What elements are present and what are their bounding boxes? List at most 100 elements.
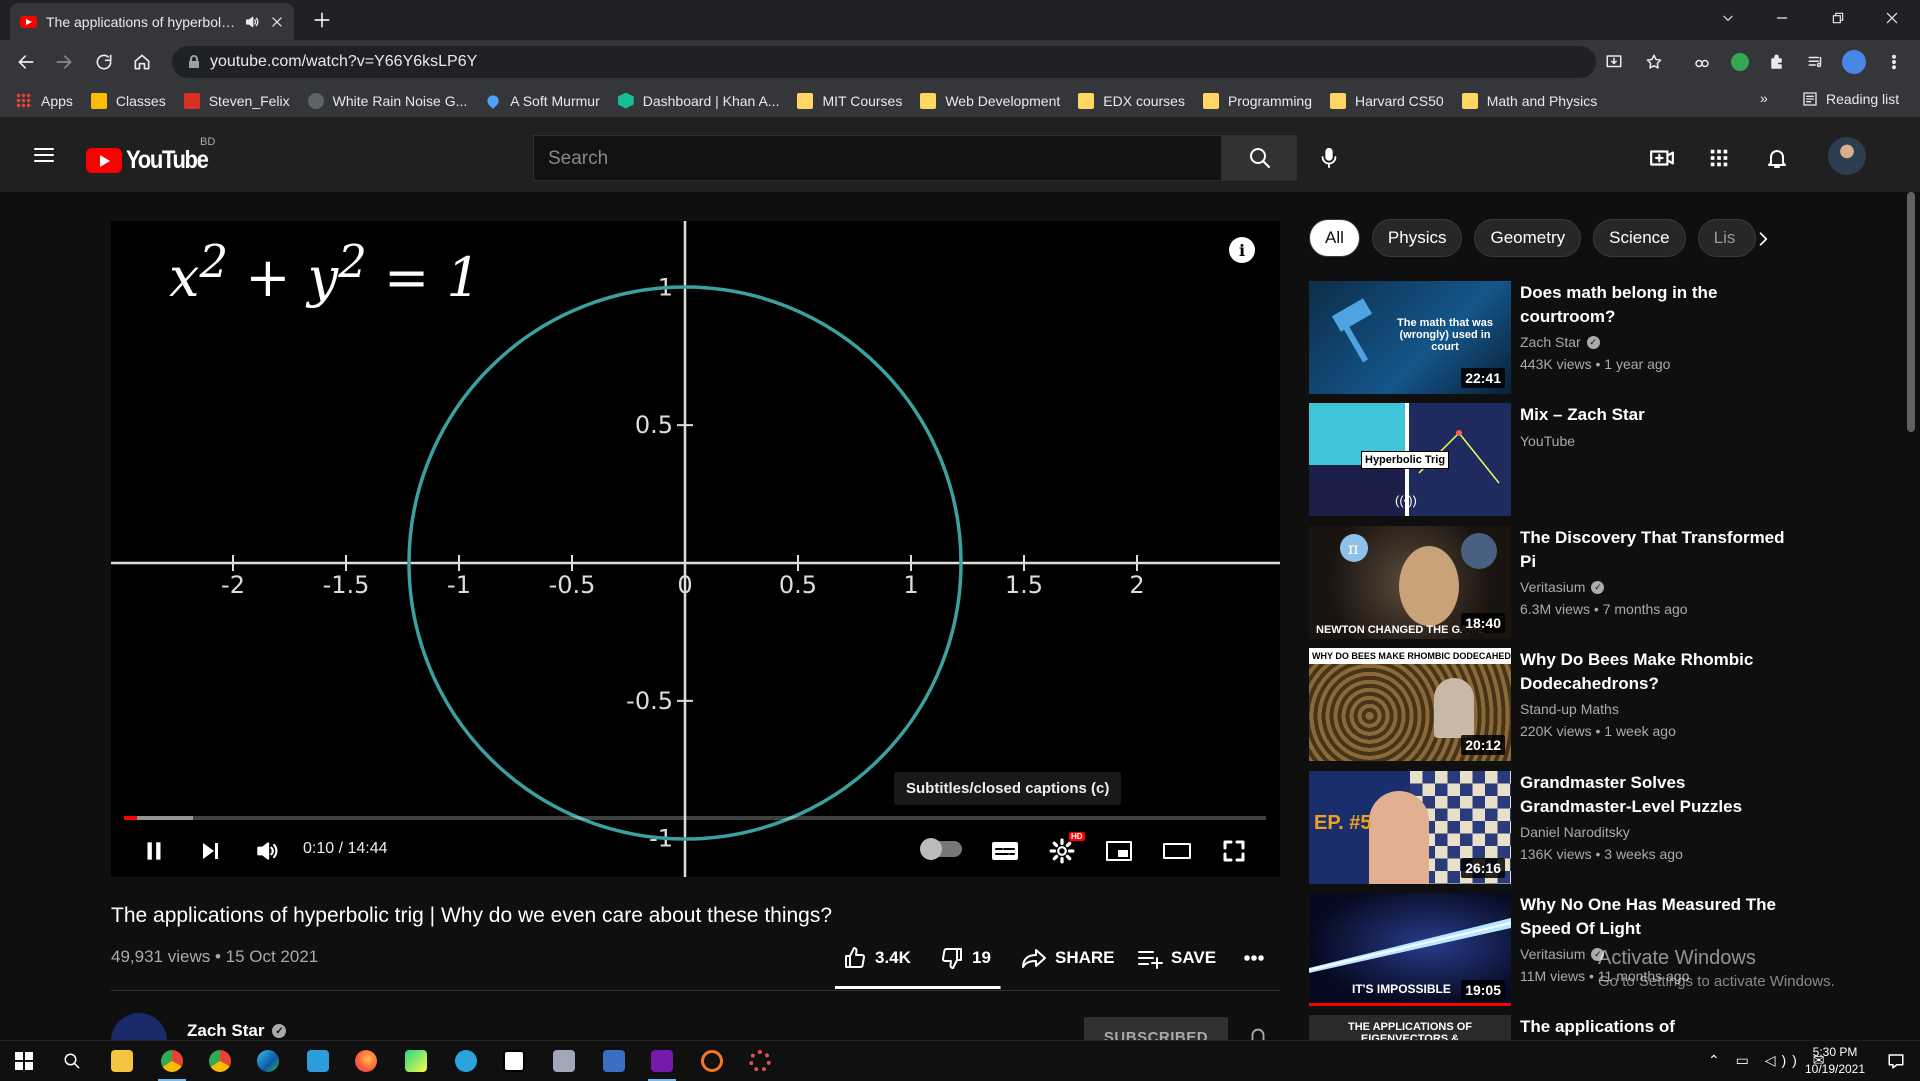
create-video-icon[interactable]	[1645, 141, 1679, 175]
account-avatar[interactable]	[1828, 137, 1866, 175]
close-window-icon[interactable]	[1864, 0, 1920, 36]
notifications-bell-icon[interactable]	[1760, 141, 1794, 175]
taskbar-clock[interactable]: 5:30 PM 10/19/2021	[1800, 1044, 1870, 1078]
chrome-button[interactable]	[152, 1045, 192, 1081]
bookmark-label: Web Development	[945, 92, 1061, 109]
search-input[interactable]: Search	[533, 135, 1222, 181]
app-button[interactable]	[544, 1045, 584, 1077]
recommendation-item[interactable]: EP. #5 26:16 Grandmaster Solves Grandmas…	[1309, 771, 1869, 887]
extension-icon[interactable]	[1688, 48, 1716, 76]
scrollbar-thumb[interactable]	[1907, 192, 1915, 432]
pause-icon[interactable]	[137, 834, 171, 868]
info-icon[interactable]: i	[1229, 237, 1255, 263]
bookmark-math-physics[interactable]: Math and Physics	[1461, 92, 1597, 109]
more-actions-button[interactable]	[1242, 946, 1274, 970]
next-video-icon[interactable]	[193, 834, 227, 868]
bookmark-classes[interactable]: Classes	[90, 92, 166, 109]
recommendation-item[interactable]: π NEWTON CHANGED THE GAME 18:40 The Disc…	[1309, 526, 1869, 642]
theater-mode-icon[interactable]	[1160, 834, 1194, 868]
bookmark-mit[interactable]: MIT Courses	[797, 92, 902, 109]
profile-icon[interactable]	[1840, 48, 1868, 76]
miniplayer-icon[interactable]	[1102, 834, 1136, 868]
more-vert-icon[interactable]	[1880, 48, 1908, 76]
apps-grid-icon[interactable]	[1702, 141, 1736, 175]
more-bookmarks-button[interactable]: »	[1760, 90, 1768, 106]
recommendation-item[interactable]: IT'S IMPOSSIBLE 19:05 Why No One Has Mea…	[1309, 893, 1869, 1009]
notifications-button[interactable]	[1876, 1045, 1916, 1077]
bookmark-cs50[interactable]: Harvard CS50	[1330, 92, 1444, 109]
chip-all[interactable]: All	[1309, 219, 1360, 257]
edge-button[interactable]	[248, 1045, 288, 1077]
hamburger-menu-icon[interactable]	[30, 141, 58, 169]
bookmark-web-dev[interactable]: Web Development	[920, 92, 1061, 109]
browser-tab[interactable]: The applications of hyperbolic trig | Wh…	[10, 3, 294, 40]
bookmark-soft-murmur[interactable]: A Soft Murmur	[485, 92, 600, 109]
chip-science[interactable]: Science	[1593, 219, 1686, 257]
subtitles-icon[interactable]	[988, 834, 1022, 868]
video-player[interactable]: -2 -1.5 -1 -0.5 0 0.5 1 1.5 2 1 0.5 -0.5 -1 x2 + y2…	[111, 221, 1280, 877]
back-icon[interactable]	[12, 48, 40, 76]
fullscreen-icon[interactable]	[1217, 834, 1251, 868]
bookmark-star-icon[interactable]	[1640, 48, 1668, 76]
media-control-icon[interactable]	[1802, 48, 1830, 76]
chip-lists[interactable]: Lis	[1697, 219, 1756, 257]
telegram-button[interactable]	[446, 1045, 486, 1077]
reading-list-button[interactable]: Reading list	[1802, 91, 1899, 107]
install-app-icon[interactable]	[1600, 48, 1628, 76]
save-button[interactable]: SAVE	[1137, 946, 1216, 970]
bookmark-label: A Soft Murmur	[510, 92, 600, 109]
page-scrollbar[interactable]	[1904, 192, 1920, 1040]
progress-bar[interactable]	[124, 816, 1266, 820]
chevron-right-icon[interactable]	[1750, 226, 1776, 252]
jupyter-button[interactable]	[692, 1045, 732, 1077]
close-tab-icon[interactable]	[270, 15, 284, 29]
search-taskbar-button[interactable]	[52, 1045, 92, 1077]
bookmark-apps[interactable]: Apps	[16, 92, 73, 109]
recommendation-item[interactable]: THE APPLICATIONS OF EIGENVECTORS & EIGEN…	[1309, 1015, 1869, 1040]
lock-icon[interactable]	[188, 55, 200, 69]
calculator-button[interactable]	[594, 1045, 634, 1077]
chrome-profile-button[interactable]	[200, 1045, 240, 1077]
start-button[interactable]	[4, 1045, 44, 1077]
like-button[interactable]: 3.4K	[843, 946, 911, 970]
tab-search-icon[interactable]	[1700, 0, 1756, 36]
firefox-button[interactable]	[346, 1045, 386, 1077]
search-button[interactable]	[1222, 135, 1297, 181]
volume-icon[interactable]	[250, 834, 284, 868]
home-icon[interactable]	[128, 48, 156, 76]
microphone-icon[interactable]	[1312, 141, 1346, 175]
notion-button[interactable]	[494, 1045, 534, 1077]
reload-icon[interactable]	[90, 48, 118, 76]
new-tab-icon[interactable]	[308, 6, 336, 34]
chip-physics[interactable]: Physics	[1371, 219, 1463, 257]
minimize-icon[interactable]	[1754, 0, 1810, 36]
onenote-button[interactable]	[642, 1045, 682, 1081]
url-text: youtube.com/watch?v=Y66Y6ksLP6Y	[210, 53, 478, 70]
recommendation-item[interactable]: WHY DO BEES MAKE RHOMBIC DODECAHEDRONS? …	[1309, 648, 1869, 764]
svg-text:π: π	[1348, 539, 1359, 558]
address-bar[interactable]: youtube.com/watch?v=Y66Y6ksLP6Y	[172, 46, 1596, 78]
forward-icon[interactable]	[50, 48, 78, 76]
settings-app-button[interactable]	[740, 1045, 780, 1077]
bookmark-white-rain[interactable]: White Rain Noise G...	[307, 92, 467, 109]
green-extension-icon[interactable]	[1726, 48, 1754, 76]
channel-name[interactable]: Zach Star ✓	[187, 1021, 287, 1041]
bookmark-edx[interactable]: EDX courses	[1078, 92, 1185, 109]
clock-date: 10/19/2021	[1804, 1062, 1866, 1076]
autoplay-toggle[interactable]	[920, 838, 962, 860]
bookmark-khan[interactable]: Dashboard | Khan A...	[617, 92, 779, 109]
recommendation-item[interactable]: The math that was (wrongly) used in cour…	[1309, 281, 1869, 397]
vscode-button[interactable]	[298, 1045, 338, 1077]
bookmark-programming[interactable]: Programming	[1202, 92, 1312, 109]
dislike-button[interactable]: 19	[940, 946, 991, 970]
restore-icon[interactable]	[1810, 0, 1866, 36]
recommendation-item[interactable]: Hyperbolic Trig ((•)) Mix – Zach Star Yo…	[1309, 403, 1869, 519]
pycharm-button[interactable]	[396, 1045, 436, 1077]
youtube-logo[interactable]: YouTube BD	[86, 136, 219, 175]
bookmark-steven-felix[interactable]: Steven_Felix	[183, 92, 290, 109]
speaker-icon[interactable]	[244, 14, 260, 30]
file-explorer-button[interactable]	[102, 1045, 142, 1077]
chip-geometry[interactable]: Geometry	[1474, 219, 1582, 257]
extensions-puzzle-icon[interactable]	[1764, 48, 1792, 76]
share-button[interactable]: SHARE	[1021, 946, 1115, 970]
